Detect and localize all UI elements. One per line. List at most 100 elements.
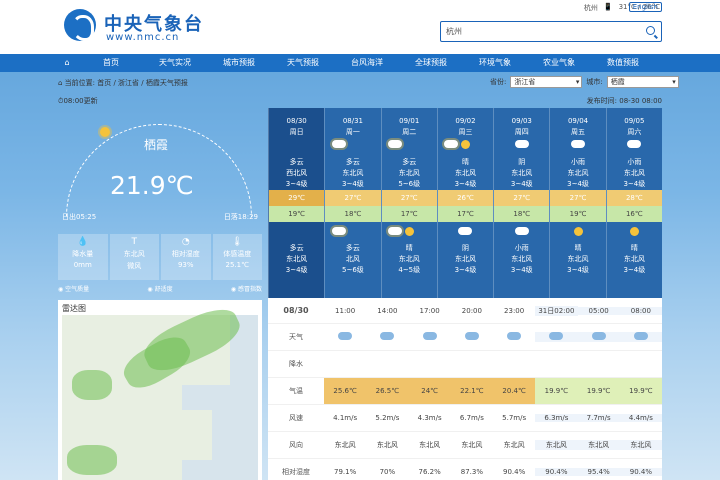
- hour-wind-speed: 5.2m/s: [375, 414, 400, 422]
- hourly-date: 08/30: [283, 306, 309, 315]
- day-wind-level: 3~4级: [454, 180, 477, 188]
- hourly-forecast: 08/30 11:00 14:00 17:00 20:00 23:00 31日02:00 05…: [268, 298, 662, 480]
- forecast-date: 09/05: [624, 117, 645, 125]
- thermometer-icon: 🌡: [231, 237, 243, 247]
- hour-temp: 19.9℃: [619, 378, 662, 404]
- nav-item-agriculture[interactable]: 农业气象: [527, 54, 591, 72]
- update-time: ⏱08:00更新: [58, 97, 98, 105]
- hour-humidity: 70%: [379, 468, 396, 476]
- radar-map[interactable]: [62, 300, 258, 480]
- humidity-cell: ◔ 相对湿度 93%: [161, 234, 211, 280]
- forecast-day-1[interactable]: 08/31 周一 多云 东北风 3~4级 27℃ 18℃ 多云 北风 5~6级: [324, 108, 402, 298]
- hour-time: 08:00: [619, 306, 662, 315]
- day-weather: 晴: [461, 158, 469, 166]
- overcast-icon: [458, 227, 473, 235]
- hour-time: 20:00: [461, 306, 482, 315]
- day-wind-dir: 东北风: [511, 169, 533, 177]
- high-temp: 27℃: [550, 190, 606, 206]
- overcast-icon: [514, 140, 529, 148]
- day-weather: 多云: [402, 158, 417, 166]
- current-temp: 21.9℃: [110, 171, 194, 200]
- sunny-icon: [629, 227, 639, 236]
- hour-time: 11:00: [335, 306, 356, 315]
- province-select[interactable]: 浙江省: [510, 76, 583, 88]
- nav-item-city-forecast[interactable]: 城市预报: [207, 54, 271, 72]
- comfort-link[interactable]: ◉ 舒适度: [147, 284, 172, 293]
- forecast-day-0[interactable]: 08/30 周日 多云 西北风 3~4级 29℃ 19℃ 多云 东北风 3~4级: [268, 108, 346, 298]
- high-temp: 27℃: [381, 190, 437, 206]
- day-wind-level: 3~4级: [285, 180, 308, 188]
- partly-cloudy-icon: [422, 332, 437, 340]
- hour-time: 14:00: [377, 306, 398, 315]
- night-wind-dir: 东北风: [511, 255, 533, 263]
- night-wind-dir: 东北风: [286, 255, 308, 263]
- forecast-day-3[interactable]: 09/02 周三晴东北风 3~4级 26℃ 17℃ 阴东北风 3~4级: [436, 108, 494, 298]
- night-weather: 晴: [574, 244, 582, 252]
- obs-label: 降水量: [72, 250, 94, 258]
- partly-cloudy-icon: [633, 332, 648, 340]
- night-weather: 多云: [289, 244, 304, 252]
- raindrop-icon: 💧: [77, 237, 89, 247]
- hour-wind-speed: 5.7m/s: [502, 414, 527, 422]
- nav-item-weather-forecast[interactable]: 天气预报: [271, 54, 335, 72]
- night-wind-dir: 东北风: [398, 255, 420, 263]
- hour-humidity: 90.4%: [535, 468, 578, 476]
- forecast-day-6[interactable]: 09/05 周六 小雨 东北风 3~4级 28℃ 16℃ 晴东北风 3~4级: [605, 108, 662, 298]
- low-temp: 17℃: [437, 206, 494, 222]
- hour-humidity: 90.4%: [503, 468, 526, 476]
- day-wind-level: 5~6级: [398, 180, 421, 188]
- nav-item-numerical[interactable]: 数值预报: [591, 54, 655, 72]
- search-input[interactable]: [441, 22, 641, 41]
- index-links: ◉ 空气质量 ◉ 舒适度 ◉ 感冒指数: [58, 284, 262, 293]
- humidity-icon: ◔: [181, 237, 190, 247]
- day-wind-level: 3~4级: [510, 180, 533, 188]
- nav-item-global[interactable]: 全球预报: [399, 54, 463, 72]
- humidity-row-label: 相对湿度: [282, 468, 310, 476]
- nav-item-home[interactable]: 首页: [79, 54, 143, 72]
- english-link[interactable]: English: [628, 2, 662, 12]
- cold-index-link[interactable]: ◉ 感冒指数: [231, 284, 262, 293]
- hour-wind-dir: 东北风: [334, 441, 356, 449]
- weather-row-label: 天气: [289, 333, 303, 341]
- hour-wind-dir: 东北风: [419, 441, 441, 449]
- obs-value: 微风: [127, 262, 142, 270]
- location-link[interactable]: 杭州: [584, 3, 598, 13]
- seven-day-forecast: 08/30 周日 多云 西北风 3~4级 29℃ 19℃ 多云 东北风 3~4级 08/31 周一 多云…: [268, 108, 662, 298]
- nav-item-typhoon[interactable]: 台风海洋: [335, 54, 399, 72]
- day-weather: 小雨: [627, 158, 642, 166]
- air-quality-link[interactable]: ◉ 空气质量: [58, 284, 89, 293]
- observation-panel: 💧 降水量 0mm T 东北风 微风 ◔ 相对湿度 93% 🌡 体感温度 25.1℃: [58, 234, 262, 280]
- low-temp: 19℃: [269, 206, 325, 222]
- partly-cloudy-icon: [338, 332, 353, 340]
- forecast-week: 周六: [627, 128, 642, 136]
- hour-temp: 22.1℃: [450, 378, 493, 404]
- hour-wind-dir: 东北风: [619, 440, 662, 450]
- hour-temp: 24℃: [408, 378, 451, 404]
- forecast-date: 08/31: [342, 117, 364, 125]
- hour-wind-speed: 6.3m/s: [535, 414, 578, 422]
- night-wind-dir: 北风: [345, 255, 360, 263]
- obs-value: 93%: [177, 261, 194, 269]
- hour-time: 31日02:00: [535, 305, 578, 316]
- forecast-day-2[interactable]: 09/01 周二 多云 东北风 5~6级 27℃ 17℃ 晴东北风 4~5级: [380, 108, 459, 298]
- day-weather: 阴: [518, 158, 526, 166]
- rain-cloud-icon: [514, 227, 529, 235]
- hour-wind-speed: 4.1m/s: [333, 414, 358, 422]
- hour-time: 23:00: [504, 306, 525, 315]
- night-wind-level: 5~6级: [342, 266, 364, 274]
- night-wind-level: 3~4级: [623, 266, 646, 274]
- hour-temp: 19.9℃: [577, 378, 620, 404]
- city-select[interactable]: 栖霞: [606, 76, 679, 88]
- nav-home-icon[interactable]: ⌂: [55, 54, 79, 72]
- mobile-icon[interactable]: 📱: [604, 3, 613, 13]
- partly-cloudy-icon: [464, 332, 479, 340]
- city-label: 城市:: [586, 78, 603, 86]
- forecast-day-4[interactable]: 09/03 周四阴东北风 3~4级 27℃ 18℃ 小雨 东北风 3~4级: [493, 108, 550, 298]
- night-weather: 小雨: [514, 244, 529, 252]
- nav-item-observation[interactable]: 天气实况: [143, 54, 207, 72]
- nmc-logo-icon[interactable]: [64, 9, 96, 41]
- nav-item-environment[interactable]: 环境气象: [463, 54, 527, 72]
- forecast-day-5[interactable]: 09/04 周五 小雨 东北风 3~4级 27℃ 19℃ 晴东北风 3~4级: [549, 108, 606, 298]
- current-weather-card: 栖霞 21.9℃ 日出05:25 日落18:29: [58, 108, 262, 228]
- search-icon[interactable]: [646, 26, 655, 35]
